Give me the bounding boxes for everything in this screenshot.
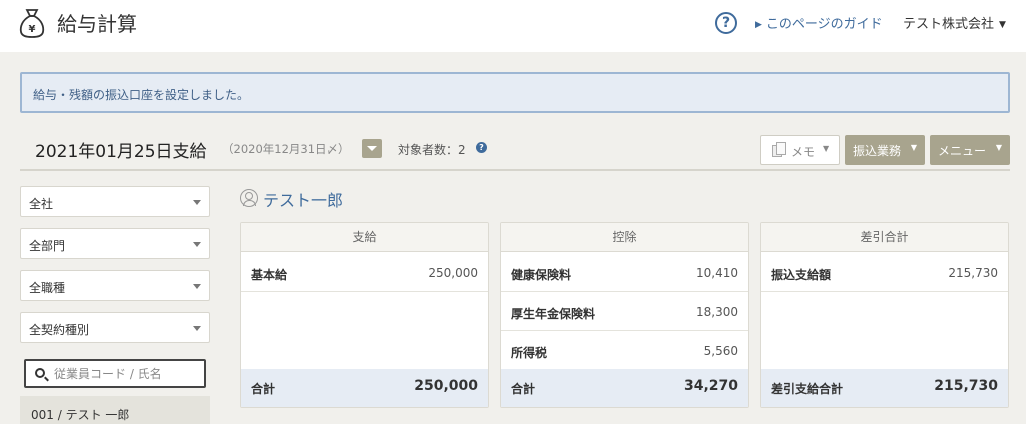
employee-list-item[interactable]: 001 / テスト 一郎 [31,406,129,423]
svg-text:¥: ¥ [29,24,36,35]
memo-label: メモ [791,145,816,159]
caret-down-icon: ▼ [910,143,917,152]
memo-button[interactable]: メモ ▼ [760,135,840,165]
employee-list: 001 / テスト 一郎 [20,396,210,424]
transfer-button[interactable]: 振込業務 ▼ [845,135,925,165]
contract-type-filter-value: 全契約種別 [29,323,90,337]
triangle-right-icon: ▶ [755,20,762,30]
total-value: 215,730 [934,378,998,394]
chevron-down-icon [193,200,201,205]
money-bag-yen-icon: ¥ [19,9,45,38]
header-divider [20,169,1010,171]
app-title: 給与計算 [57,12,137,36]
row-value: 215,730 [948,266,998,280]
company-menu[interactable]: テスト株式会社 ▼ [903,13,1006,32]
row-value: 250,000 [428,266,478,280]
search-icon [35,368,45,378]
job-type-filter-select[interactable]: 全職種 [20,270,210,301]
info-question-icon[interactable]: ? [476,142,487,153]
table-row: 健康保険料 10,410 [501,253,748,292]
company-filter-value: 全社 [29,197,54,211]
total-label: 合計 [251,382,276,396]
row-label: 所得税 [511,346,548,360]
caret-down-icon: ▼ [823,144,830,153]
total-label: 合計 [511,382,536,396]
job-type-filter-value: 全職種 [29,281,66,295]
row-label: 振込支給額 [771,268,832,282]
company-name: テスト株式会社 [903,17,995,32]
question-circle-icon[interactable]: ? [715,12,737,34]
notice-banner: 給与・残額の振込口座を設定しました。 [20,72,1010,113]
employee-name[interactable]: テスト一郎 [263,187,343,211]
table-row: 基本給 250,000 [241,253,488,292]
caret-down-icon: ▼ [995,143,1002,152]
payment-panel: 支給 基本給 250,000 合計 250,000 [240,222,489,408]
row-label: 厚生年金保険料 [511,307,596,321]
row-label: 健康保険料 [511,268,572,282]
page-guide-label: このページのガイド [765,17,883,32]
caret-down-icon: ▼ [999,20,1006,30]
deduction-panel: 控除 健康保険料 10,410 厚生年金保険料 18,300 所得税 5,560… [500,222,749,408]
transfer-label: 振込業務 [853,144,902,158]
target-count: 対象者数：2 [398,143,466,157]
menu-label: メニュー [938,144,987,158]
row-value: 5,560 [703,344,738,358]
chevron-down-icon [193,242,201,247]
payment-total-row: 合計 250,000 [241,369,488,407]
deduction-total-row: 合計 34,270 [501,369,748,407]
closing-date-subtitle: （2020年12月31日〆） [222,142,350,156]
menu-button[interactable]: メニュー ▼ [930,135,1010,165]
period-dropdown-button[interactable] [362,139,382,158]
copy-icon [772,142,786,157]
contract-type-filter-select[interactable]: 全契約種別 [20,312,210,343]
company-filter-select[interactable]: 全社 [20,186,210,217]
chevron-down-icon [193,326,201,331]
table-row: 所得税 5,560 [501,331,748,370]
payment-panel-title: 支給 [241,223,488,252]
net-total-panel: 差引合計 振込支給額 215,730 差引支給合計 215,730 [760,222,1009,408]
table-row: 振込支給額 215,730 [761,253,1008,292]
row-value: 18,300 [696,305,738,319]
pay-date-title: 2021年01月25日支給 [35,142,207,162]
user-icon [240,189,258,207]
total-value: 34,270 [683,378,738,394]
row-label: 基本給 [251,268,288,282]
table-row: 厚生年金保険料 18,300 [501,292,748,331]
notice-message: 給与・残額の振込口座を設定しました。 [33,88,250,102]
chevron-down-icon [193,284,201,289]
total-label: 差引支給合計 [771,382,844,396]
net-panel-title: 差引合計 [761,223,1008,252]
total-value: 250,000 [414,378,478,394]
page-guide-link[interactable]: ▶ このページのガイド [755,13,883,32]
net-total-row: 差引支給合計 215,730 [761,369,1008,407]
row-value: 10,410 [696,266,738,280]
employee-search-input[interactable] [54,366,202,382]
top-bar: ¥ 給与計算 ? ▶ このページのガイド テスト株式会社 ▼ [0,0,1026,52]
deduction-panel-title: 控除 [501,223,748,252]
department-filter-value: 全部門 [29,239,66,253]
employee-search-box[interactable] [24,359,206,388]
department-filter-select[interactable]: 全部門 [20,228,210,259]
